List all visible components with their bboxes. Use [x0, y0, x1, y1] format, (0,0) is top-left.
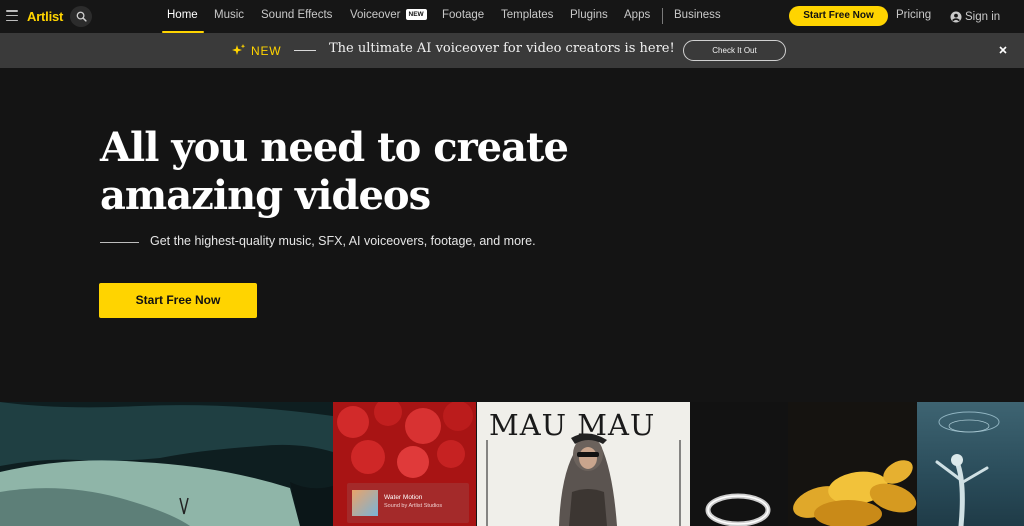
start-free-now-nav-button[interactable]: Start Free Now	[789, 6, 888, 26]
close-icon[interactable]	[997, 44, 1009, 56]
hero-title: All you need to create amazing videos	[100, 124, 660, 220]
nav-pricing[interactable]: Pricing	[896, 0, 931, 33]
nav-voiceover-label: Voiceover	[350, 9, 401, 21]
banner-message: The ultimate AI voiceover for video crea…	[329, 41, 675, 56]
track-subtitle: Sound by Artlist Studios	[384, 503, 443, 509]
nav-divider	[662, 8, 663, 24]
top-nav: Artlist Home Music Sound Effects Voiceov…	[0, 0, 1024, 33]
search-icon	[76, 11, 87, 22]
nav-sound-effects[interactable]: Sound Effects	[261, 0, 332, 33]
metal-ring-image	[705, 493, 771, 526]
hero-title-line-2: amazing videos	[100, 172, 431, 219]
underwater-swimmer-image	[935, 411, 1000, 526]
hamburger-menu-icon[interactable]	[6, 10, 18, 21]
track-card[interactable]: Water Motion Sound by Artlist Studios	[347, 483, 469, 523]
start-free-now-hero-button[interactable]: Start Free Now	[99, 283, 257, 318]
cave-video-tile[interactable]	[0, 402, 333, 526]
sparkle-icon	[232, 44, 246, 55]
hero-title-line-1: All you need to create	[100, 124, 569, 171]
nav-voiceover[interactable]: Voiceover NEW	[350, 0, 427, 33]
underwater-video-tile[interactable]	[917, 402, 1024, 526]
artlist-logo[interactable]: Artlist	[27, 9, 63, 24]
nav-plugins[interactable]: Plugins	[570, 0, 608, 33]
nav-business[interactable]: Business	[674, 0, 721, 33]
hero-accent-line	[100, 242, 139, 243]
hero-subtitle: Get the highest-quality music, SFX, AI v…	[150, 234, 536, 248]
ring-video-tile[interactable]	[690, 402, 788, 526]
nav-footage[interactable]: Footage	[442, 0, 484, 33]
yellow-flower-image	[793, 460, 917, 526]
new-label: NEW	[251, 44, 282, 58]
search-button[interactable]	[70, 6, 92, 27]
nav-home[interactable]: Home	[162, 0, 204, 33]
check-it-out-button[interactable]: Check It Out	[683, 40, 786, 61]
nav-templates[interactable]: Templates	[501, 0, 553, 33]
mau-mau-poster-tile[interactable]: MAU MAU	[477, 402, 690, 526]
banner-divider-line	[294, 50, 316, 51]
cave-landscape-image	[0, 402, 333, 526]
nav-music[interactable]: Music	[214, 0, 244, 33]
user-icon	[950, 11, 962, 22]
red-texture-video-tile[interactable]: Water Motion Sound by Artlist Studios	[333, 402, 476, 526]
sign-in-label: Sign in	[965, 10, 1001, 23]
new-badge: NEW	[405, 9, 427, 20]
flower-video-tile[interactable]	[788, 402, 917, 526]
announcement-banner: NEW The ultimate AI voiceover for video …	[0, 33, 1024, 68]
nav-apps[interactable]: Apps	[624, 0, 650, 33]
track-thumbnail	[352, 490, 378, 516]
hooded-figure-image	[486, 433, 681, 526]
sign-in-link[interactable]: Sign in	[950, 0, 1000, 33]
track-title: Water Motion	[384, 494, 423, 501]
